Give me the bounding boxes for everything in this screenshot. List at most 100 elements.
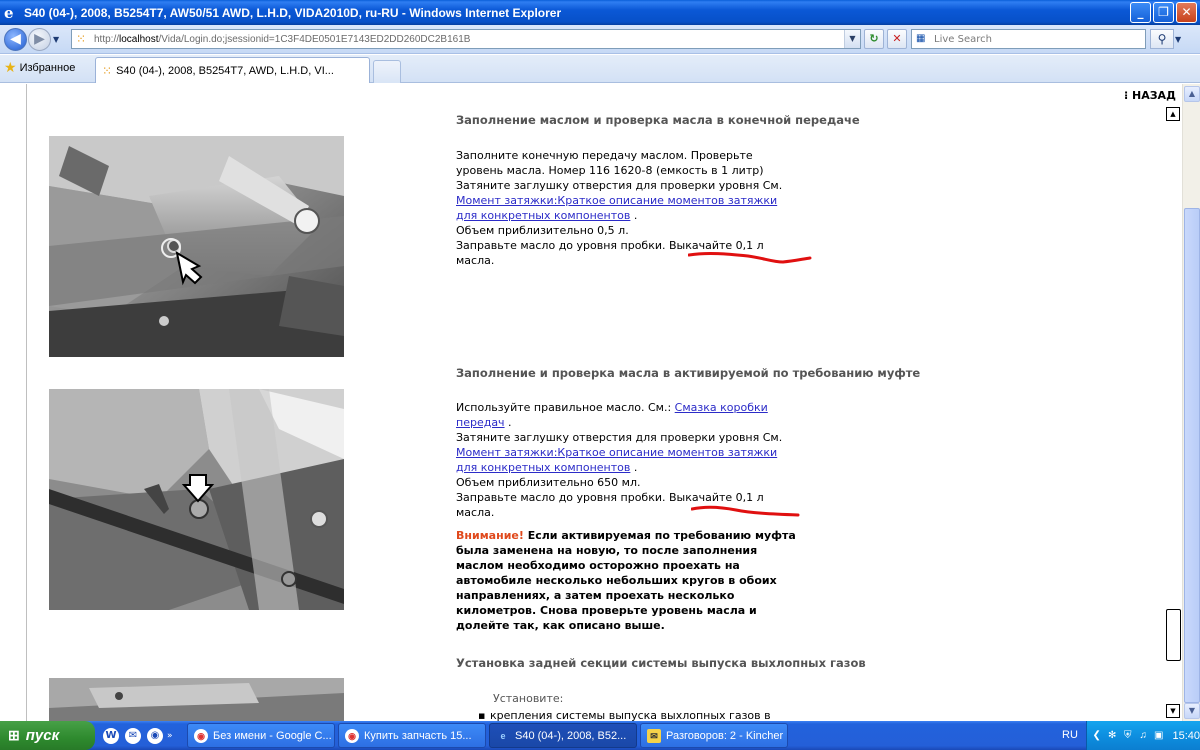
windows-logo-icon: ⊞ [8, 727, 20, 743]
display-icon[interactable]: ▣ [1153, 729, 1165, 742]
antivirus-icon[interactable]: ⛨ [1122, 729, 1134, 742]
components-link[interactable]: для конкретных компонентов [456, 461, 630, 474]
left-divider [26, 84, 27, 721]
list-item: ▪ крепления системы выпуска выхлопных газ… [478, 708, 771, 721]
window-title: S40 (04-), 2008, B5254T7, AW50/51 AWD, L… [24, 5, 562, 20]
section-coupling: Заполнение и проверка масла в активируем… [456, 366, 946, 633]
language-indicator[interactable]: RU [1062, 729, 1078, 741]
address-toolbar: ◀ ▶ ▼ ⁙ http://localhost/Vida/Login.do;j… [0, 25, 1200, 54]
inner-scroll-thumb[interactable] [1166, 609, 1181, 661]
taskbar-item-chat[interactable]: ✉ Разговоров: 2 - Kincher [640, 723, 788, 748]
torque-link[interactable]: Момент затяжки:Краткое описание моментов… [456, 194, 777, 207]
red-underline-annotation [691, 505, 800, 517]
warning-line: направлениях, а затем проехать несколько [456, 589, 735, 602]
favorites-label: Избранное [19, 62, 76, 74]
paragraph-line: Объем приблизительно 650 мл. [456, 476, 641, 489]
illustration-coupling [49, 389, 344, 610]
scroll-up-button[interactable]: ▲ [1184, 86, 1200, 102]
favorites-button[interactable]: ★ Избранное [4, 55, 75, 81]
mail-icon[interactable]: ✉ [125, 727, 141, 744]
link-suffix: . [504, 416, 512, 429]
red-underline-annotation [688, 251, 812, 264]
section-title: Заполнение маслом и проверка масла в кон… [456, 113, 860, 127]
illustration-exhaust [49, 678, 344, 721]
taskbar-item-ie[interactable]: e S40 (04-), 2008, B52... [489, 723, 637, 748]
section-title: Заполнение и проверка масла в активируем… [456, 366, 921, 380]
instruction-intro: Установите: [493, 692, 564, 705]
clock[interactable]: 15:40 [1173, 730, 1200, 742]
link-suffix: . [630, 461, 638, 474]
system-tray: ❮ ✻ ⛨ ♫ ▣ 15:40 [1086, 721, 1200, 750]
bullet-icon: ▪ [478, 709, 486, 721]
paragraph-line: Затяните заглушку отверстия для проверки… [456, 179, 783, 192]
warning-label: Внимание! [456, 529, 524, 542]
tray-expand-icon[interactable]: ❮ [1091, 729, 1103, 742]
lubricant-link-cont[interactable]: передач [456, 416, 505, 429]
scroll-thumb[interactable] [1184, 208, 1200, 703]
live-search-icon: ▦ [916, 33, 926, 44]
section-final-drive: Заполнение маслом и проверка масла в кон… [456, 113, 946, 268]
chrome-icon[interactable]: ◉ [147, 727, 163, 744]
taskbar-item-label: Разговоров: 2 - Kincher [666, 729, 784, 742]
search-button[interactable]: ⚲ [1150, 29, 1174, 49]
list-item-text: крепления системы выпуска выхлопных газо… [490, 709, 771, 721]
start-label: пуск [25, 727, 60, 744]
new-tab-button[interactable] [373, 60, 401, 83]
back-button[interactable]: ◀ [4, 27, 27, 51]
warning-line: автомобиле несколько небольших кругов в … [456, 574, 777, 587]
quick-launch: W ✉ ◉ [103, 727, 163, 744]
chat-icon: ✉ [647, 728, 661, 743]
page-scrollbar[interactable]: ▲ ▼ [1182, 84, 1200, 721]
word-icon[interactable]: W [103, 727, 119, 744]
volume-icon[interactable]: ♫ [1138, 729, 1150, 742]
history-dropdown-icon[interactable]: ▼ [53, 35, 65, 44]
taskbar-item-chrome-2[interactable]: ◉ Купить запчасть 15... [338, 723, 486, 748]
link-suffix: . [630, 209, 638, 222]
warning-block: Внимание! Если активируемая по требовани… [456, 528, 946, 633]
inner-scroll-down-button[interactable]: ▼ [1166, 704, 1180, 718]
taskbar: ⊞ пуск W ✉ ◉ » ◉ Без имени - Google C...… [0, 721, 1200, 750]
tab-active[interactable]: ⁙ S40 (04-), 2008, B5254T7, AWD, L.H.D, … [95, 57, 370, 83]
warning-line: маслом необходимо осторожно проехать на [456, 559, 740, 572]
warning-line: Если активируемая по требованию муфта [523, 529, 796, 542]
inner-scroll-up-button[interactable]: ▲ [1166, 107, 1180, 121]
forward-button[interactable]: ▶ [28, 27, 51, 51]
taskbar-item-label: Купить запчасть 15... [364, 729, 472, 742]
refresh-button[interactable]: ↻ [864, 29, 884, 49]
taskbar-item-chrome[interactable]: ◉ Без имени - Google C... [187, 723, 335, 748]
page-loading-icon: ⁙ [102, 63, 113, 78]
star-icon: ★ [4, 60, 17, 76]
paragraph-line: Используйте правильное масло. См.: [456, 401, 675, 414]
taskbar-item-label: S40 (04-), 2008, B52... [515, 729, 627, 742]
window-title-bar[interactable]: e S40 (04-), 2008, B5254T7, AW50/51 AWD,… [0, 0, 1200, 25]
address-input[interactable]: ⁙ http://localhost/Vida/Login.do;jsessio… [71, 29, 861, 49]
warning-line: долейте так, как описано выше. [456, 619, 665, 632]
network-icon[interactable]: ✻ [1107, 729, 1119, 742]
warning-line: была заменена на новую, то после заполне… [456, 544, 758, 557]
maximize-button[interactable]: ❐ [1153, 2, 1174, 23]
search-dropdown-icon[interactable]: ▼ [1175, 35, 1187, 44]
search-input[interactable]: ▦ Live Search [911, 29, 1146, 49]
stop-button[interactable]: ✕ [887, 29, 907, 49]
chrome-icon: ◉ [345, 728, 359, 743]
minimize-button[interactable]: _ [1130, 2, 1151, 23]
page-content: ⁝ НАЗАД ▲ ▼ Заполнение маслом и проверка… [0, 84, 1182, 721]
address-url[interactable]: http://localhost/Vida/Login.do;jsessioni… [94, 34, 470, 45]
paragraph-line: Заполните конечную передачу маслом. Пров… [456, 149, 753, 162]
warning-line: километров. Снова проверьте уровень масл… [456, 604, 757, 617]
back-link[interactable]: ⁝ НАЗАД [1124, 89, 1176, 102]
section-title: Установка задней секции системы выпуска … [456, 656, 866, 670]
torque-link[interactable]: Момент затяжки:Краткое описание моментов… [456, 446, 777, 459]
address-dropdown-icon[interactable]: ▼ [844, 30, 860, 48]
paragraph-line: уровень масла. Номер 116 1620-8 (емкость… [456, 164, 764, 177]
lubricant-link[interactable]: Смазка коробки [675, 401, 768, 414]
scroll-down-button[interactable]: ▼ [1184, 703, 1200, 719]
close-button[interactable]: ✕ [1176, 2, 1197, 23]
start-button[interactable]: ⊞ пуск [0, 721, 95, 750]
components-link[interactable]: для конкретных компонентов [456, 209, 630, 222]
quick-launch-more-icon[interactable]: » [167, 731, 173, 741]
illustration-final-drive [49, 136, 344, 357]
internet-explorer-icon: e [500, 730, 506, 741]
search-placeholder: Live Search [934, 33, 992, 45]
internet-explorer-icon: e [4, 3, 14, 22]
